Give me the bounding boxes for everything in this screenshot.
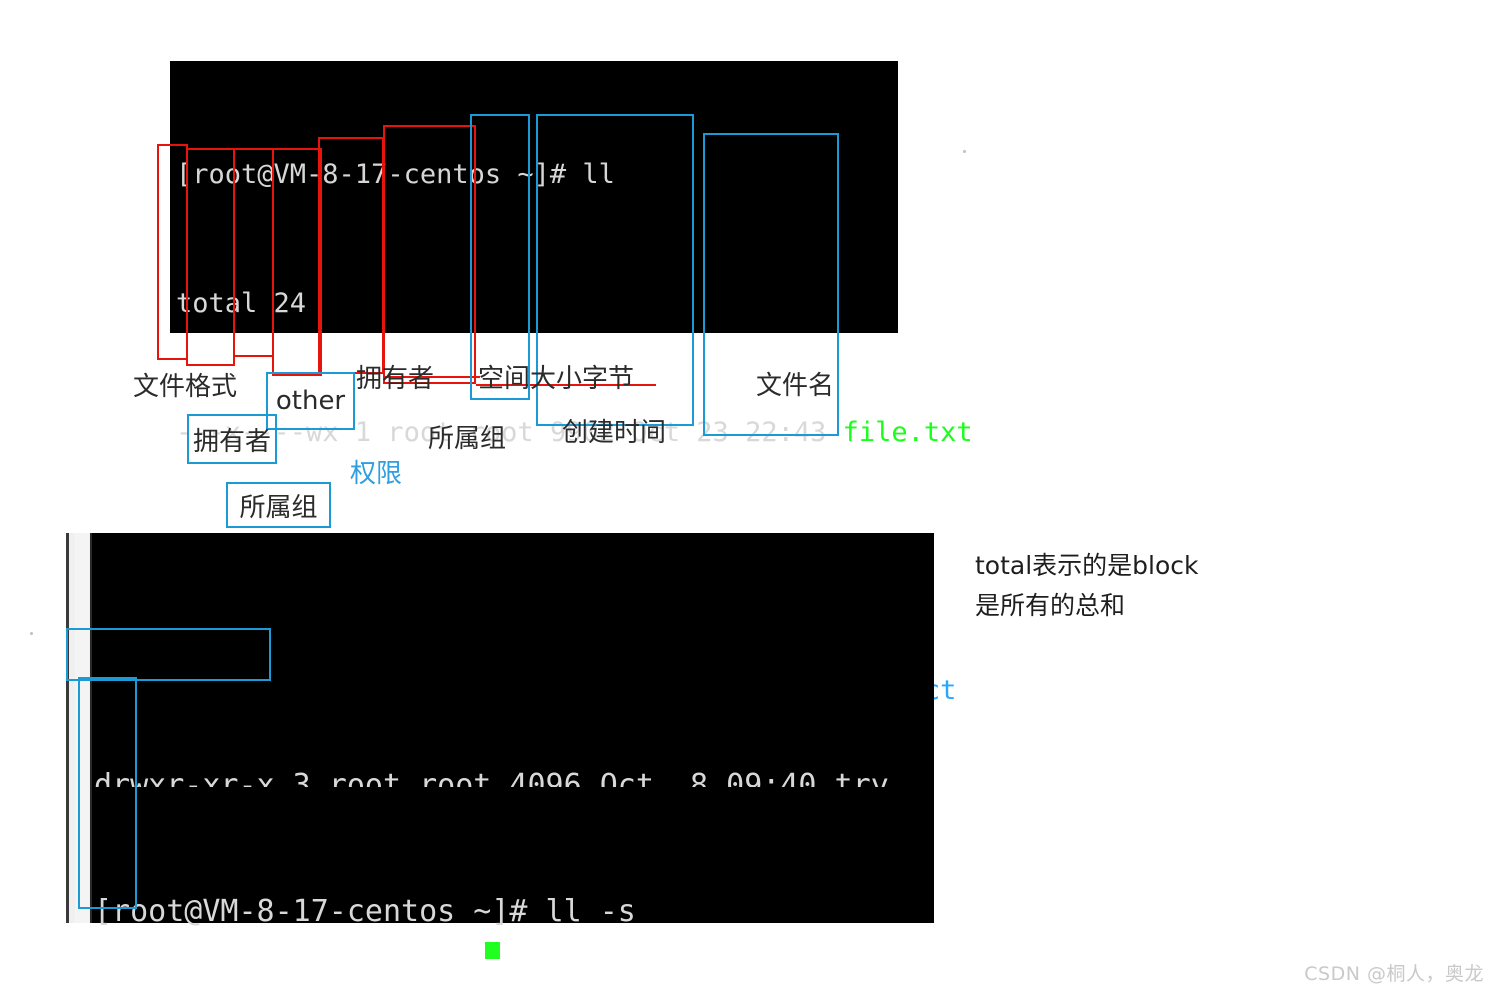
watermark: CSDN @桐人，奥龙	[1304, 963, 1484, 985]
red-box-owner-column	[318, 137, 384, 374]
command-text: ll -s	[545, 894, 636, 929]
ll-s-output-terminal[interactable]: drwxr-xr-x 3 root root 4096 Oct 8 09:40 …	[66, 533, 934, 929]
scrollback-clipped-line: drwxr-xr-x 3 root root 4096 Oct 8 09:40 …	[94, 768, 889, 787]
label-name-column: 文件名	[756, 371, 835, 401]
label-group-perm: 所属组	[226, 482, 331, 528]
label-size-column: 空间大小字节	[478, 364, 635, 394]
label-group-column: 所属组	[428, 424, 507, 454]
prompt-text: [root@VM-8-17-centos ~]#	[94, 894, 546, 929]
total-explanation-note: total表示的是block	[975, 546, 1199, 586]
red-box-other-perms	[272, 148, 322, 376]
row-links: 1	[354, 417, 372, 448]
screenshot-root: [root@VM-8-17-centos ~]# ll total 24 ---…	[0, 0, 1500, 1000]
label-file-format: 文件格式	[133, 372, 238, 402]
red-box-group-perms	[233, 148, 274, 357]
stray-dot	[963, 150, 966, 153]
row-filename: file.txt	[842, 417, 973, 448]
label-owner-perm: 拥有者	[187, 414, 277, 464]
total-explanation-note-2: 是所有的总和	[975, 586, 1125, 626]
red-box-filetype	[157, 144, 188, 360]
label-permission: 权限	[350, 459, 403, 489]
blue-box-block-column	[78, 677, 137, 909]
red-box-owner-perms	[186, 148, 235, 366]
note-line-2: 是所有的总和	[975, 591, 1126, 620]
terminal-prompt-line: [root@VM-8-17-centos ~]# ll -s	[94, 887, 934, 937]
red-box-group-column	[383, 125, 476, 384]
terminal-rows: drwxr-xr-x 3 root root 4096 Oct 8 09:40 …	[66, 685, 934, 1000]
note-line-1: total表示的是block	[975, 551, 1199, 580]
blue-box-total-line	[66, 628, 271, 681]
label-owner-column: 拥有者	[356, 364, 435, 394]
stray-dot	[30, 632, 33, 635]
label-time-column: 创建时间	[562, 418, 667, 448]
label-other-perm: other	[266, 372, 355, 430]
